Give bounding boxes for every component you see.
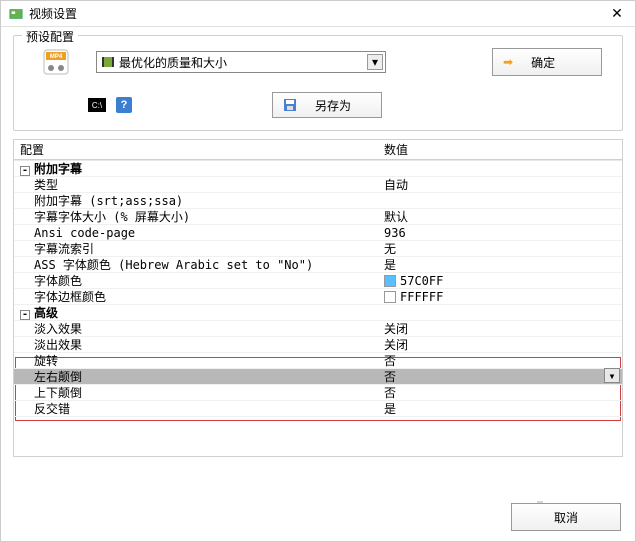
cancel-button-label: 取消 [554, 509, 578, 526]
terminal-icon[interactable]: C:\ [88, 98, 106, 112]
group-row[interactable]: -附加字幕 [14, 161, 622, 177]
preset-dropdown-label: 最优化的质量和大小 [119, 54, 227, 71]
config-row[interactable]: Ansi code-page 936 [14, 225, 622, 241]
config-value: 关闭 [384, 336, 408, 353]
config-key: ASS 字体颜色 (Hebrew Arabic set to "No") [14, 256, 378, 273]
config-row[interactable]: 字体颜色 57C0FF [14, 273, 622, 289]
config-value: 是 [384, 400, 396, 417]
config-row[interactable]: 反交错是 [14, 401, 622, 417]
config-key: 字体颜色 [14, 272, 378, 289]
config-key: 字幕字体大小 (% 屏幕大小) [14, 208, 378, 225]
app-icon [9, 7, 23, 21]
config-value: FFFFFF [400, 290, 443, 304]
config-value: 否 [384, 368, 396, 385]
config-row[interactable]: 字幕字体大小 (% 屏幕大小) 默认 [14, 209, 622, 225]
svg-text:MP4: MP4 [50, 54, 63, 60]
preset-legend: 预设配置 [22, 28, 78, 45]
column-header-key[interactable]: 配置 [14, 141, 378, 158]
collapse-icon[interactable]: - [20, 310, 30, 320]
config-value: 自动 [384, 176, 408, 193]
config-row[interactable]: 字幕流索引无 [14, 241, 622, 257]
color-swatch [384, 275, 396, 287]
film-icon [101, 55, 115, 69]
help-icon[interactable]: ? [116, 97, 132, 113]
config-value: 否 [384, 384, 396, 401]
config-row[interactable]: 类型自动 [14, 177, 622, 193]
config-key: 旋转 [14, 352, 378, 369]
config-row[interactable]: 字体边框颜色 FFFFFF [14, 289, 622, 305]
config-key: 字体边框颜色 [14, 288, 378, 305]
config-key: 左右颠倒 [14, 368, 378, 385]
preset-dropdown[interactable]: 最优化的质量和大小 ▾ [96, 51, 386, 73]
config-key: 淡入效果 [14, 320, 378, 337]
config-value: 57C0FF [400, 274, 443, 288]
config-value: 是 [384, 256, 396, 273]
save-icon [283, 98, 297, 112]
ok-button-label: 确定 [531, 54, 555, 71]
chevron-down-icon[interactable]: ▾ [604, 368, 620, 383]
chevron-down-icon: ▾ [367, 54, 383, 70]
config-row[interactable]: 左右颠倒否 ▾ [14, 369, 622, 385]
config-value: 936 [384, 226, 406, 240]
config-key: 字幕流索引 [14, 240, 378, 257]
config-row[interactable]: 淡入效果关闭 [14, 321, 622, 337]
ok-button[interactable]: ➡ 确定 [492, 48, 602, 76]
config-key: Ansi code-page [14, 226, 378, 240]
collapse-icon[interactable]: - [20, 166, 30, 176]
config-value: 否 [384, 352, 396, 369]
config-row[interactable]: 淡出效果关闭 [14, 337, 622, 353]
config-key: 上下颠倒 [14, 384, 378, 401]
config-row[interactable]: 上下颠倒否 [14, 385, 622, 401]
config-value: 默认 [384, 208, 408, 225]
config-row[interactable]: 旋转否 [14, 353, 622, 369]
config-key: 类型 [14, 176, 378, 193]
group-row[interactable]: -高级 [14, 305, 622, 321]
config-key: 反交错 [14, 400, 378, 417]
config-key: 淡出效果 [14, 336, 378, 353]
column-header-value[interactable]: 数值 [378, 141, 622, 158]
config-value: 关闭 [384, 320, 408, 337]
close-button[interactable]: ✕ [607, 4, 627, 24]
config-value: 无 [384, 240, 396, 257]
save-as-button[interactable]: 另存为 [272, 92, 382, 118]
config-table: 配置 数值 -附加字幕类型自动附加字幕 (srt;ass;ssa)字幕字体大小 … [13, 139, 623, 457]
color-swatch [384, 291, 396, 303]
window-title: 视频设置 [29, 5, 607, 22]
cancel-button[interactable]: 取消 [511, 503, 621, 531]
config-row[interactable]: ASS 字体颜色 (Hebrew Arabic set to "No") 是 [14, 257, 622, 273]
config-row[interactable]: 附加字幕 (srt;ass;ssa) [14, 193, 622, 209]
save-as-label: 另存为 [315, 97, 351, 114]
mp4-icon: MP4 [40, 46, 72, 78]
config-key: 附加字幕 (srt;ass;ssa) [14, 192, 378, 209]
arrow-right-icon: ➡ [503, 55, 513, 69]
